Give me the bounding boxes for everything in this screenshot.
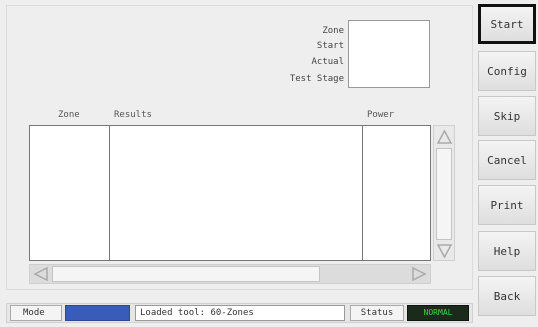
cancel-button[interactable]: Cancel	[478, 140, 536, 180]
mode-indicator	[65, 305, 130, 321]
power-column-header: Power	[367, 110, 395, 120]
zone-label: Zone	[322, 26, 344, 36]
triangle-left-icon[interactable]	[32, 266, 50, 282]
status-label: Status	[350, 305, 404, 321]
status-indicator: NORMAL	[407, 305, 469, 321]
horizontal-scrollbar[interactable]	[29, 264, 431, 284]
help-button[interactable]: Help	[478, 231, 536, 271]
start-button[interactable]: Start	[478, 4, 536, 44]
skip-button[interactable]: Skip	[478, 96, 536, 136]
results-column-header: Results	[114, 110, 152, 120]
zone-column-header: Zone	[58, 110, 80, 120]
config-button[interactable]: Config	[478, 51, 536, 91]
results-column[interactable]	[109, 125, 363, 261]
vertical-scrollbar[interactable]	[433, 125, 455, 261]
triangle-right-icon[interactable]	[410, 266, 428, 282]
info-value-box	[348, 20, 430, 88]
triangle-up-icon[interactable]	[436, 128, 453, 146]
actual-label: Actual	[311, 57, 344, 67]
vertical-scroll-thumb[interactable]	[436, 148, 452, 240]
triangle-down-icon[interactable]	[436, 242, 453, 260]
back-button[interactable]: Back	[478, 276, 536, 316]
status-message: Loaded tool: 60-Zones	[135, 305, 345, 321]
print-button[interactable]: Print	[478, 185, 536, 225]
zone-column[interactable]	[29, 125, 110, 261]
start-label: Start	[316, 41, 344, 51]
power-column[interactable]	[362, 125, 431, 261]
horizontal-scroll-thumb[interactable]	[52, 266, 320, 282]
mode-label: Mode	[10, 305, 62, 321]
test-stage-label: Test Stage	[289, 74, 344, 84]
